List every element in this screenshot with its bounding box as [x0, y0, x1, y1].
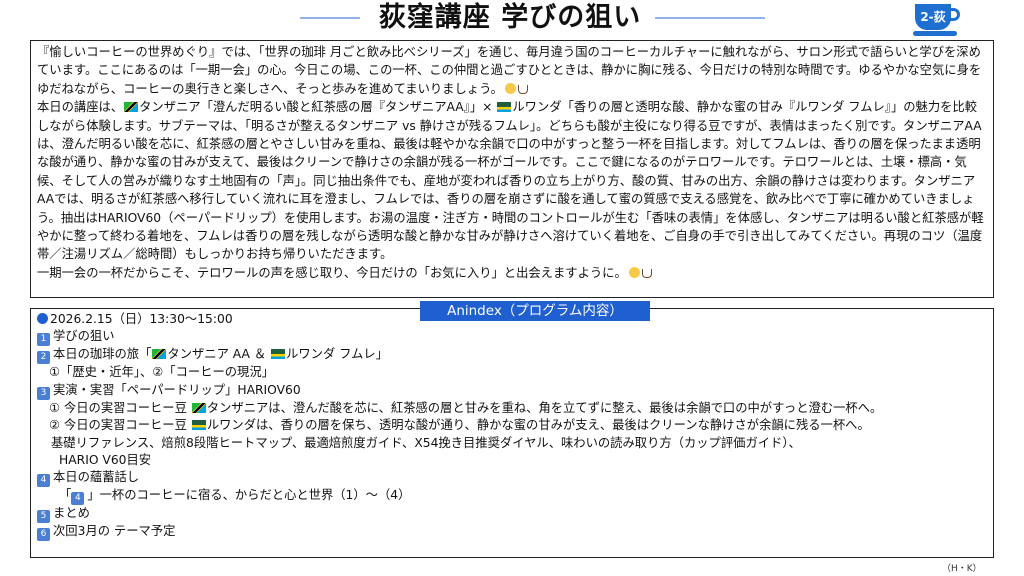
rwanda-flag-icon [191, 420, 206, 431]
coffee-icon [641, 268, 652, 278]
number-badge-icon: 5 [37, 510, 50, 524]
number-badge-icon: 2 [37, 351, 50, 365]
program-header: Anindex（プログラム内容） [420, 301, 650, 321]
number-badge-icon: 6 [37, 528, 50, 542]
intro-text-2c: ルワンダ「香りの層と透明な酸、静かな蜜の甘み『ルワンダ フムレ』」の魅力を比較し… [37, 100, 984, 262]
program-item-text: タンザニア AA ＆ [167, 347, 271, 362]
program-item-3-sub-2: ② 今日の実習コーヒー豆 ルワンダは、香りの層を保ち、透明な酸が通り、静かな蜜の… [37, 417, 987, 434]
rwanda-flag-icon [497, 102, 512, 113]
program-item-3: 3 実演・実習「ペーパードリップ」HARIOV60 [37, 382, 987, 400]
sub-text: ルワンダは、香りの層を保ち、透明な酸が通り、静かな蜜の甘みが支え、最後はクリーン… [206, 418, 870, 433]
program-item-2-sub: ①「歴史・近年」、②「コーヒーの現況」 [49, 365, 274, 380]
program-item-text: 本日の珈琲の旅「 [53, 347, 152, 362]
program-item-text: ルワンダ フムレ」 [286, 347, 388, 362]
program-item-text: 学びの狙い [53, 329, 115, 344]
coffee-cup-icon: 2-荻 [913, 4, 963, 38]
program-item-3-sub-4: HARIO V60目安 [59, 453, 152, 468]
program-item-3-sub-3: 基礎リファレンス、焙煎8段階ヒートマップ、最適焙煎度ガイド、X54挽き目推奨ダイ… [51, 435, 801, 450]
intro-paragraph-1: 『愉しいコーヒーの世界めぐり』では、「世界の珈琲 月ごと飲み比べシリーズ」を通じ… [37, 43, 987, 98]
rwanda-flag-icon [271, 349, 286, 360]
sub-text: ② 今日の実習コーヒー豆 [49, 418, 191, 433]
program-item-4: 4 本日の蘊蓄話し [37, 469, 987, 488]
title-line-left [300, 17, 360, 19]
sub-text: タンザニアは、澄んだ酸を芯に、紅茶感の層と甘みを重ね、角を立てずに整え、最後は余… [206, 400, 883, 415]
cup-handle [948, 8, 960, 21]
blue-dot-icon [37, 313, 48, 324]
program-item-3-sub-1: ① 今日の実習コーヒー豆 タンザニアは、澄んだ酸を芯に、紅茶感の層と甘みを重ね、… [37, 400, 987, 417]
number-badge-icon: 4 [37, 474, 50, 488]
program-item-4-sub: 「4 」一杯のコーヒーに宿る、からだと心と世界（1）〜（4） [37, 487, 987, 506]
tanzania-flag-icon [152, 349, 167, 360]
program-item-text: 実演・実習「ペーパードリップ」HARIOV60 [53, 382, 301, 397]
sub-text: 」一杯のコーヒーに宿る、からだと心と世界（1）〜（4） [87, 488, 411, 503]
tanzania-flag-icon [124, 102, 139, 113]
program-box: 2026.2.15（日）13:30〜15:00 1 学びの狙い 2 本日の珈琲の旅「… [30, 308, 994, 558]
cup-badge-label: 2-荻 [915, 4, 951, 30]
number-badge-icon: 4 [71, 492, 85, 506]
intro-paragraph-2: 本日の講座は、 タンザニア「澄んだ明るい酸と紅茶感の層『タンザニアAA』」× ルワ… [37, 98, 987, 264]
program-date: 2026.2.15（日）13:30〜15:00 [50, 312, 233, 326]
program-item-text: 本日の蘊蓄話し [53, 470, 140, 485]
program-item-2: 2 本日の珈琲の旅「 タンザニア AA ＆ ルワンダ フムレ」 [37, 346, 987, 365]
program-item-text: まとめ [53, 506, 90, 521]
program-item-6: 6 次回3月の テーマ予定 [37, 523, 987, 542]
intro-box: 『愉しいコーヒーの世界めぐり』では、「世界の珈琲 月ごと飲み比べシリーズ」を通じ… [30, 40, 994, 298]
coffee-icon [517, 84, 528, 94]
title-line-right [655, 17, 765, 19]
smile-icon [628, 266, 640, 278]
program-item-1: 1 学びの狙い [37, 328, 987, 347]
program-item-5: 5 まとめ [37, 505, 987, 524]
sub-text: ① 今日の実習コーヒー豆 [49, 400, 191, 415]
number-badge-icon: 3 [37, 386, 50, 400]
tanzania-flag-icon [191, 402, 206, 413]
sub-text: 「 [59, 488, 72, 503]
intro-text-2b: タンザニア「澄んだ明るい酸と紅茶感の層『タンザニアAA』」× [139, 100, 497, 115]
intro-text-3: 一期一会の一杯だからこそ、テロワールの声を感じ取り、今日だけの「お気に入り」と出… [37, 265, 627, 280]
smile-icon [504, 82, 516, 94]
number-badge-icon: 1 [37, 333, 50, 347]
cup-saucer [913, 31, 957, 36]
intro-text-2a: 本日の講座は、 [37, 100, 124, 115]
page-title: 荻窪講座 学びの狙い [378, 2, 642, 33]
program-item-text: 次回3月の テーマ予定 [53, 524, 176, 539]
intro-paragraph-3: 一期一会の一杯だからこそ、テロワールの声を感じ取り、今日だけの「お気に入り」と出… [37, 264, 987, 282]
author-credit: （H・K） [942, 564, 982, 574]
